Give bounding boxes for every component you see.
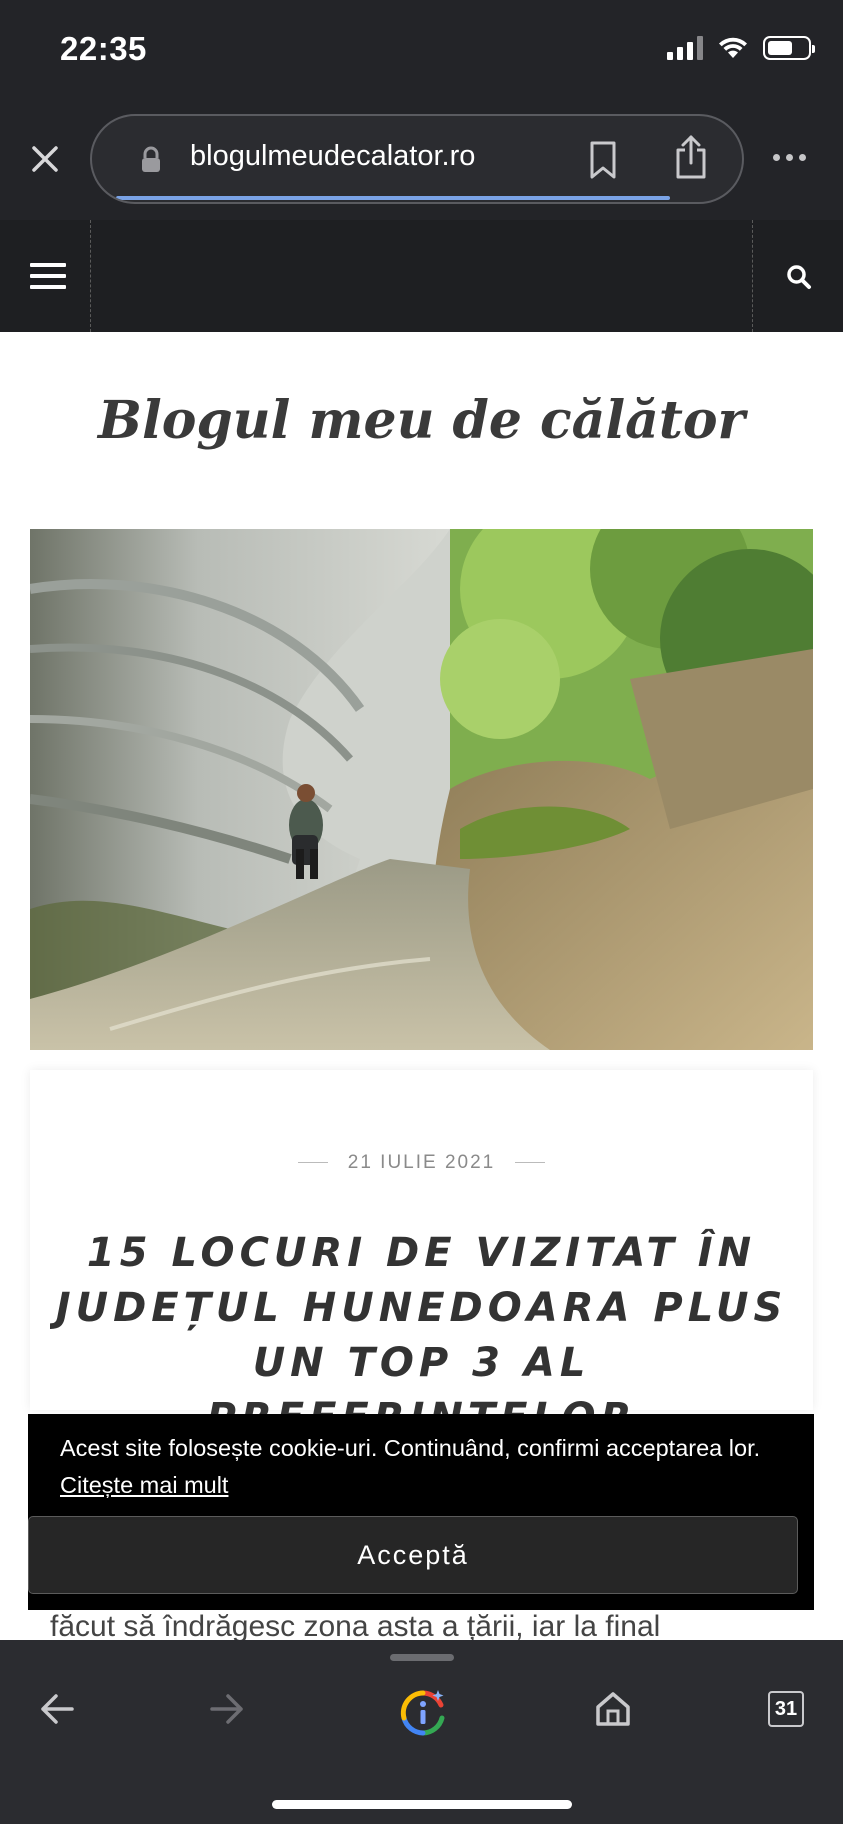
home-indicator [272,1800,572,1809]
google-lens-icon[interactable] [398,1688,448,1738]
article-excerpt: făcut să îndrăgesc zona asta a țării, ia… [50,1610,661,1643]
article-hero-image[interactable] [30,529,813,1050]
status-icons [667,36,815,60]
toolbar-grabber[interactable] [390,1654,454,1661]
cookie-message-text: Acest site folosește cookie-uri. Continu… [60,1435,761,1461]
cookie-accept-button[interactable]: Acceptă [28,1516,798,1594]
address-bar[interactable]: blogulmeudecalator.ro [90,114,744,204]
share-icon[interactable] [674,134,708,180]
search-icon[interactable] [786,264,812,290]
article-date-text: 21 IULIE 2021 [347,1152,496,1173]
browser-toolbar: blogulmeudecalator.ro [0,100,843,220]
blog-title[interactable]: Blogul meu de călător [0,390,843,451]
back-arrow-icon[interactable] [38,1692,76,1726]
cookie-read-more-link[interactable]: Citește mai mult [60,1472,228,1498]
signal-icon [667,36,703,60]
nav-divider [752,220,753,332]
article-title[interactable]: 15 LOCURI DE VIZITAT ÎN JUDEȚUL HUNEDOAR… [50,1226,793,1416]
forward-arrow-icon[interactable] [208,1692,246,1726]
home-icon[interactable] [594,1690,632,1728]
cookie-message: Acest site folosește cookie-uri. Continu… [60,1430,810,1504]
status-bar: 22:35 [0,0,843,100]
close-icon [32,146,58,172]
tabs-icon[interactable]: 31 [768,1691,804,1727]
wifi-icon [719,37,747,58]
date-line [297,1162,328,1164]
site-nav [0,220,843,332]
status-time: 22:35 [60,30,147,67]
more-icon[interactable] [773,154,806,161]
cookie-banner: Acest site folosește cookie-uri. Continu… [28,1414,814,1610]
screen: 22:35 blogulmeudecalator.ro Blogul meu d… [0,0,843,1824]
tab-count: 31 [774,1697,798,1720]
lock-icon [142,146,160,172]
article-date: 21 IULIE 2021 [0,1152,843,1174]
page-load-progress [116,196,670,200]
battery-icon [763,36,815,60]
menu-icon[interactable] [30,263,66,289]
close-tab-button[interactable] [24,138,66,180]
nav-divider [90,220,91,332]
bottom-toolbar: 31 [0,1640,843,1824]
bookmark-icon[interactable] [588,140,618,180]
url-text: blogulmeudecalator.ro [190,140,476,172]
date-line [515,1162,546,1164]
